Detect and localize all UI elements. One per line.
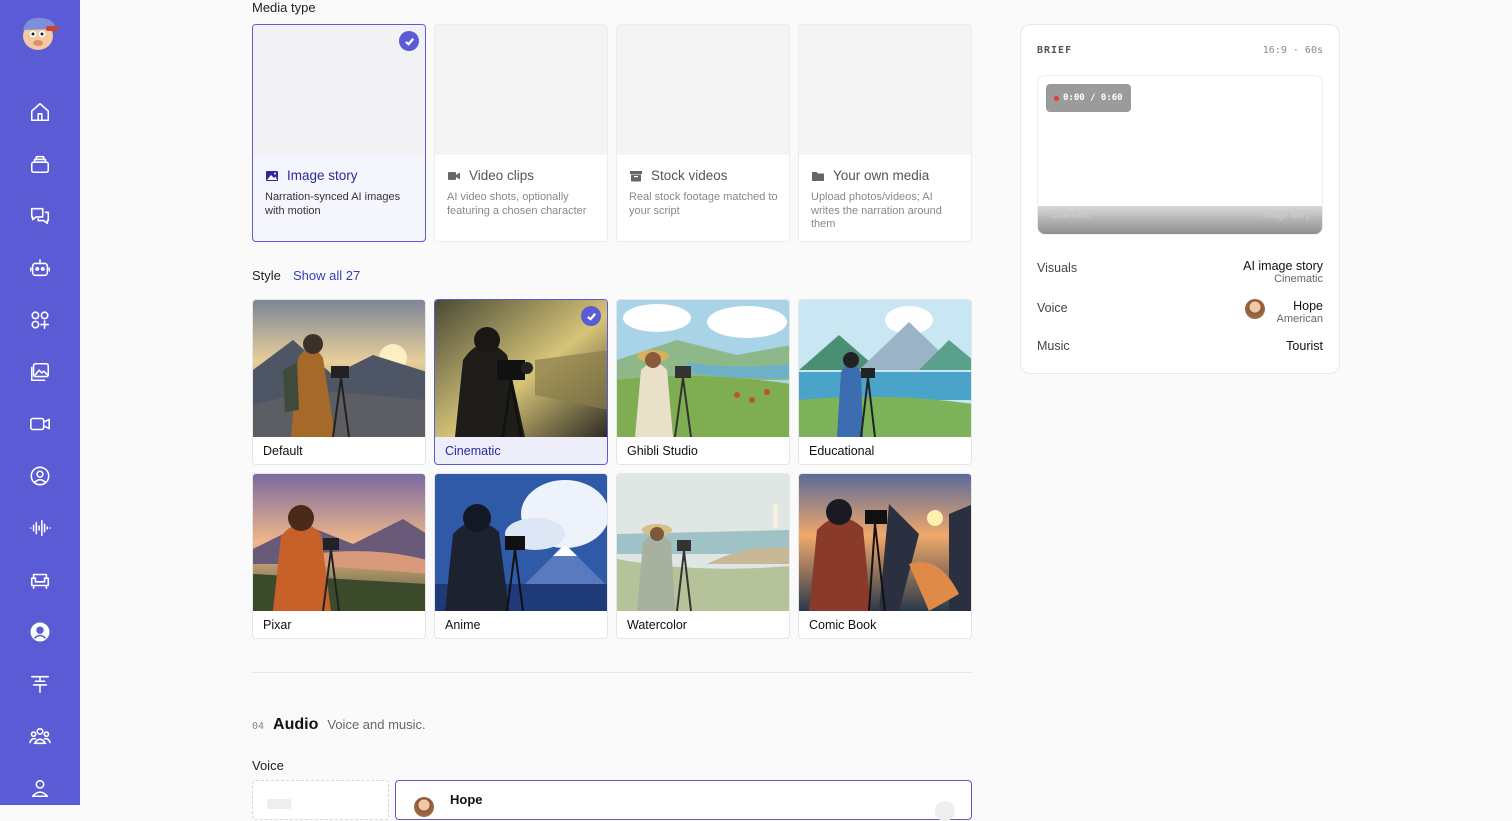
voice-label: Voice (252, 758, 284, 773)
brief-heading: BRIEF (1037, 45, 1073, 56)
media-card-title: Your own media (811, 168, 929, 183)
show-all-styles-link[interactable]: Show all 27 (293, 268, 360, 283)
style-card-label: Cinematic (445, 444, 501, 458)
media-card-title: Video clips (447, 168, 534, 183)
brief-row-value: AI image story Cinematic (1243, 259, 1323, 285)
style-card-pixar[interactable]: Pixar (252, 473, 426, 639)
audio-subtitle: Voice and music. (327, 717, 426, 732)
brief-row-value: Tourist (1286, 339, 1323, 353)
media-card-title: Stock videos (629, 168, 728, 183)
voice-play-button[interactable] (935, 801, 955, 821)
style-thumbnail-anime (435, 474, 607, 611)
style-card-label: Ghibli Studio (627, 444, 698, 458)
home-icon[interactable] (28, 100, 52, 124)
media-card-stock-videos[interactable]: Stock videos Real stock footage matched … (616, 24, 790, 242)
user-circle-icon[interactable] (28, 464, 52, 488)
media-card-desc: Narration-synced AI images with motion (265, 191, 401, 217)
media-card-title: Image story (265, 168, 358, 183)
brief-row-voice: Voice Hope American (1037, 299, 1323, 329)
media-card-thumb (617, 25, 789, 155)
style-card-label: Educational (809, 444, 875, 458)
style-thumbnail-comic-book (799, 474, 971, 611)
sofa-icon[interactable] (28, 568, 52, 592)
style-card-comic-book[interactable]: Comic Book (798, 473, 972, 639)
voice-card-selected[interactable]: Hope (395, 780, 972, 821)
audio-section-header: 04 Audio Voice and music. (252, 716, 426, 734)
style-card-anime[interactable]: Anime (434, 473, 608, 639)
media-card-thumb (799, 25, 971, 155)
folder-icon (812, 171, 824, 181)
style-card-label: Default (263, 444, 303, 458)
voice-avatar (1245, 299, 1265, 319)
video-camera-icon (448, 171, 460, 180)
apps-grid-icon[interactable] (28, 308, 52, 332)
voice-avatar (414, 797, 434, 817)
brief-row-key: Voice (1037, 301, 1068, 315)
preview-caption-right: Image story (1262, 210, 1310, 220)
selected-check-icon (581, 306, 601, 326)
media-card-desc: Upload photos/videos; AI writes the narr… (811, 191, 942, 230)
app-logo[interactable] (18, 14, 62, 52)
style-card-default[interactable]: Default (252, 299, 426, 465)
media-card-your-own-media[interactable]: Your own media Upload photos/videos; AI … (798, 24, 972, 242)
add-voice-slot[interactable] (252, 780, 389, 820)
text-to-speech-icon[interactable] (28, 672, 52, 696)
media-card-thumb (435, 25, 607, 155)
recording-dot-icon (1054, 95, 1059, 101)
style-card-cinematic[interactable]: Cinematic (434, 299, 608, 465)
video-preview[interactable]: 0:00 / 0:60 Cinematic Image story (1037, 75, 1323, 235)
playback-timer: 0:00 / 0:60 (1046, 84, 1131, 112)
archive-icon (630, 170, 642, 181)
style-card-educational[interactable]: Educational (798, 299, 972, 465)
style-thumbnail-default (253, 300, 425, 437)
main-content: Media type Image story Narration-synced … (80, 0, 1512, 821)
style-card-label: Watercolor (627, 618, 687, 632)
brief-row-music: Music Tourist (1037, 339, 1323, 359)
style-thumbnail-pixar (253, 474, 425, 611)
robot-icon[interactable] (28, 256, 52, 280)
placeholder-bar (267, 799, 291, 809)
style-card-label: Comic Book (809, 618, 877, 632)
preview-caption-left: Cinematic (1050, 210, 1091, 220)
style-card-ghibli-studio[interactable]: Ghibli Studio (616, 299, 790, 465)
audio-title: Audio (273, 716, 319, 733)
image-gallery-icon[interactable] (28, 360, 52, 384)
chat-bubbles-icon[interactable] (28, 204, 52, 228)
brief-row-value: Hope American (1276, 299, 1323, 325)
brief-row-key: Visuals (1037, 261, 1078, 275)
brief-row-visuals: Visuals AI image story Cinematic (1037, 259, 1323, 289)
layers-stack-icon[interactable] (28, 152, 52, 176)
sidebar (0, 0, 80, 805)
media-type-label: Media type (252, 0, 316, 15)
brief-aspect-duration: 16:9 · 60s (1262, 45, 1323, 56)
style-thumbnail-ghibli-studio (617, 300, 789, 437)
profile-icon[interactable] (28, 776, 52, 800)
media-card-image-story[interactable]: Image story Narration-synced AI images w… (252, 24, 426, 242)
brief-row-key: Music (1037, 339, 1070, 353)
style-card-label: Anime (445, 618, 481, 632)
image-icon (266, 170, 278, 181)
style-thumbnail-educational (799, 300, 971, 437)
media-card-video-clips[interactable]: Video clips AI video shots, optionally f… (434, 24, 608, 242)
video-camera-icon[interactable] (28, 412, 52, 436)
section-number: 04 (252, 721, 265, 732)
style-label: Style (252, 268, 281, 283)
media-card-desc: AI video shots, optionally featuring a c… (447, 191, 587, 217)
section-divider (252, 672, 972, 673)
team-users-icon[interactable] (28, 724, 52, 748)
audio-waveform-icon[interactable] (28, 516, 52, 540)
media-card-desc: Real stock footage matched to your scrip… (629, 191, 778, 217)
style-thumbnail-watercolor (617, 474, 789, 611)
style-card-label: Pixar (263, 618, 292, 632)
account-circle-icon[interactable] (28, 620, 52, 644)
style-card-watercolor[interactable]: Watercolor (616, 473, 790, 639)
brief-panel: BRIEF 16:9 · 60s 0:00 / 0:60 Cinematic I… (1020, 24, 1340, 374)
selected-check-icon (399, 31, 419, 51)
